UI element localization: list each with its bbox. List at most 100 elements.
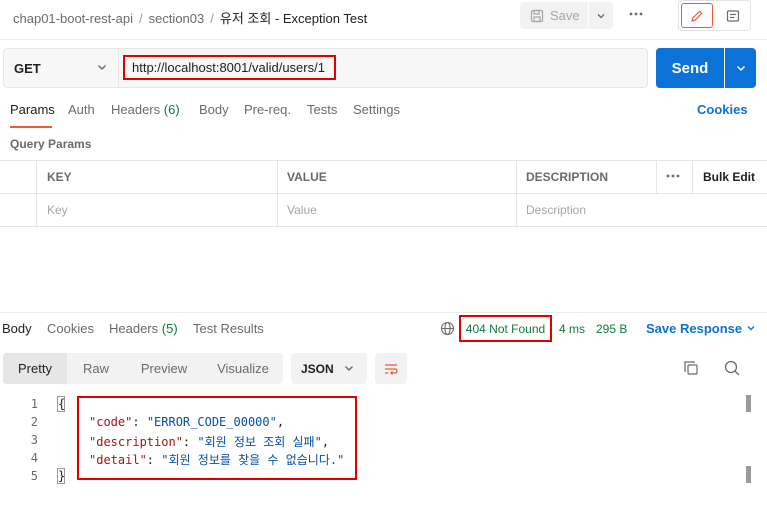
globe-icon[interactable] bbox=[440, 321, 455, 339]
top-bar: chap01-boot-rest-api / section03 / 유저 조회 - E… bbox=[0, 0, 767, 40]
more-horizontal-icon bbox=[629, 12, 643, 16]
response-tab-headers[interactable]: Headers (5) bbox=[109, 321, 178, 336]
response-size[interactable]: 295 B bbox=[596, 322, 627, 336]
save-button[interactable]: Save bbox=[520, 2, 588, 29]
column-divider bbox=[277, 161, 278, 228]
tab-prerequest[interactable]: Pre-req. bbox=[244, 102, 291, 117]
view-raw-button[interactable]: Raw bbox=[67, 353, 125, 384]
chevron-down-icon bbox=[98, 65, 106, 70]
value-input[interactable]: Value bbox=[287, 203, 317, 217]
send-button[interactable]: Send bbox=[656, 48, 724, 88]
view-preview-button[interactable]: Preview bbox=[125, 353, 203, 384]
more-horizontal-icon bbox=[666, 174, 680, 178]
json-value: "회원 정보를 찾을 수 없습니다." bbox=[161, 453, 345, 467]
tab-headers[interactable]: Headers (6) bbox=[111, 102, 180, 117]
breadcrumb-separator: / bbox=[138, 11, 143, 26]
line-number: 2 bbox=[30, 415, 38, 429]
column-header-key: KEY bbox=[47, 170, 72, 184]
document-icon bbox=[726, 9, 740, 22]
view-pretty-button[interactable]: Pretty bbox=[3, 353, 67, 384]
column-options-button[interactable] bbox=[665, 168, 681, 187]
save-label: Save bbox=[550, 8, 580, 23]
response-time[interactable]: 4 ms bbox=[559, 322, 585, 336]
json-line-detail: "detail": "회원 정보를 찾을 수 없습니다." bbox=[89, 453, 345, 467]
save-response-button[interactable]: Save Response bbox=[646, 321, 756, 336]
view-mode-toggle bbox=[678, 0, 751, 31]
horizontal-scrollbar-thumb[interactable] bbox=[746, 466, 751, 483]
json-trailing: , bbox=[321, 435, 330, 449]
line-number: 5 bbox=[30, 469, 38, 483]
query-params-title: Query Params bbox=[10, 137, 92, 151]
chevron-down-icon bbox=[345, 366, 353, 371]
documentation-button[interactable] bbox=[717, 3, 749, 28]
json-key: "detail" bbox=[89, 453, 147, 467]
copy-icon[interactable] bbox=[683, 360, 699, 379]
chevron-down-icon bbox=[747, 326, 755, 331]
key-input[interactable]: Key bbox=[47, 203, 68, 217]
response-divider[interactable] bbox=[0, 312, 767, 313]
tab-headers-label: Headers bbox=[111, 102, 161, 117]
column-divider bbox=[692, 161, 693, 194]
line-number: 4 bbox=[30, 451, 38, 465]
wrap-lines-icon bbox=[385, 363, 398, 375]
format-label: JSON bbox=[301, 361, 334, 376]
wrap-lines-button[interactable] bbox=[375, 353, 407, 384]
description-input[interactable]: Description bbox=[526, 203, 586, 217]
breadcrumb-collection[interactable]: chap01-boot-rest-api bbox=[13, 11, 133, 26]
response-tab-headers-label: Headers bbox=[109, 321, 159, 336]
save-options-button[interactable] bbox=[589, 2, 613, 29]
tab-auth[interactable]: Auth bbox=[68, 102, 95, 117]
url-input-container[interactable]: http://localhost:8001/valid/users/1 bbox=[118, 48, 648, 88]
view-visualize-button[interactable]: Visualize bbox=[203, 353, 283, 384]
column-header-description: DESCRIPTION bbox=[526, 170, 609, 184]
highlighted-json-body: "code": "ERROR_CODE_00000", "description… bbox=[77, 396, 357, 480]
response-view-switcher: Pretty Raw Preview Visualize bbox=[3, 353, 283, 384]
tab-params[interactable]: Params bbox=[10, 102, 55, 117]
breadcrumb: chap01-boot-rest-api / section03 / 유저 조회 - E… bbox=[13, 8, 367, 27]
bulk-edit-button[interactable]: Bulk Edit bbox=[703, 170, 755, 184]
response-tab-headers-count: (5) bbox=[161, 321, 178, 336]
edit-mode-button[interactable] bbox=[681, 3, 713, 28]
chevron-down-icon bbox=[736, 65, 745, 72]
response-tab-cookies[interactable]: Cookies bbox=[47, 321, 94, 336]
method-select[interactable]: GET bbox=[3, 48, 118, 88]
request-tabs: Params Auth Headers (6) Body Pre-req. Te… bbox=[0, 102, 767, 128]
tab-headers-count: (6) bbox=[163, 102, 180, 117]
json-key: "description" bbox=[89, 435, 183, 449]
column-header-value: VALUE bbox=[287, 170, 327, 184]
search-icon[interactable] bbox=[723, 359, 741, 380]
request-name[interactable]: 유저 조회 - Exception Test bbox=[220, 11, 367, 26]
json-trailing: , bbox=[276, 415, 285, 429]
column-divider bbox=[516, 161, 517, 228]
save-response-label: Save Response bbox=[646, 321, 743, 336]
status-badge[interactable]: 404 Not Found bbox=[459, 315, 552, 342]
line-number: 1 bbox=[30, 397, 38, 411]
json-value: "회원 정보 조회 실패" bbox=[197, 435, 322, 449]
url-input[interactable]: http://localhost:8001/valid/users/1 bbox=[123, 55, 336, 80]
breadcrumb-folder[interactable]: section03 bbox=[149, 11, 205, 26]
send-options-button[interactable] bbox=[725, 48, 756, 88]
method-label: GET bbox=[14, 60, 41, 76]
cookies-link[interactable]: Cookies bbox=[697, 102, 748, 117]
pencil-icon bbox=[691, 9, 703, 22]
json-open-brace: { bbox=[58, 397, 66, 411]
more-options-button[interactable] bbox=[624, 5, 648, 25]
json-line-description: "description": "회원 정보 조회 실패", bbox=[89, 435, 330, 449]
json-line-code: "code": "ERROR_CODE_00000", bbox=[89, 415, 285, 429]
json-key: "code" bbox=[89, 415, 133, 429]
json-value: "ERROR_CODE_00000" bbox=[146, 415, 277, 429]
breadcrumb-separator: / bbox=[210, 11, 214, 26]
tab-body[interactable]: Body bbox=[199, 102, 229, 117]
vertical-scrollbar-thumb[interactable] bbox=[746, 395, 751, 412]
column-divider bbox=[36, 161, 37, 228]
tab-settings[interactable]: Settings bbox=[353, 102, 400, 117]
query-params-table: KEY VALUE DESCRIPTION Bulk Edit Key Valu… bbox=[0, 160, 767, 228]
tab-tests[interactable]: Tests bbox=[307, 102, 337, 117]
response-tab-body[interactable]: Body bbox=[2, 321, 32, 336]
response-tab-test-results[interactable]: Test Results bbox=[193, 321, 264, 336]
format-select[interactable]: JSON bbox=[291, 353, 367, 384]
json-close-brace: } bbox=[58, 469, 66, 483]
line-number: 3 bbox=[30, 433, 38, 447]
response-body-viewer[interactable]: 1 2 3 4 5 { } "code": "ERROR_CODE_00000"… bbox=[0, 394, 767, 524]
active-tab-indicator bbox=[10, 126, 52, 128]
